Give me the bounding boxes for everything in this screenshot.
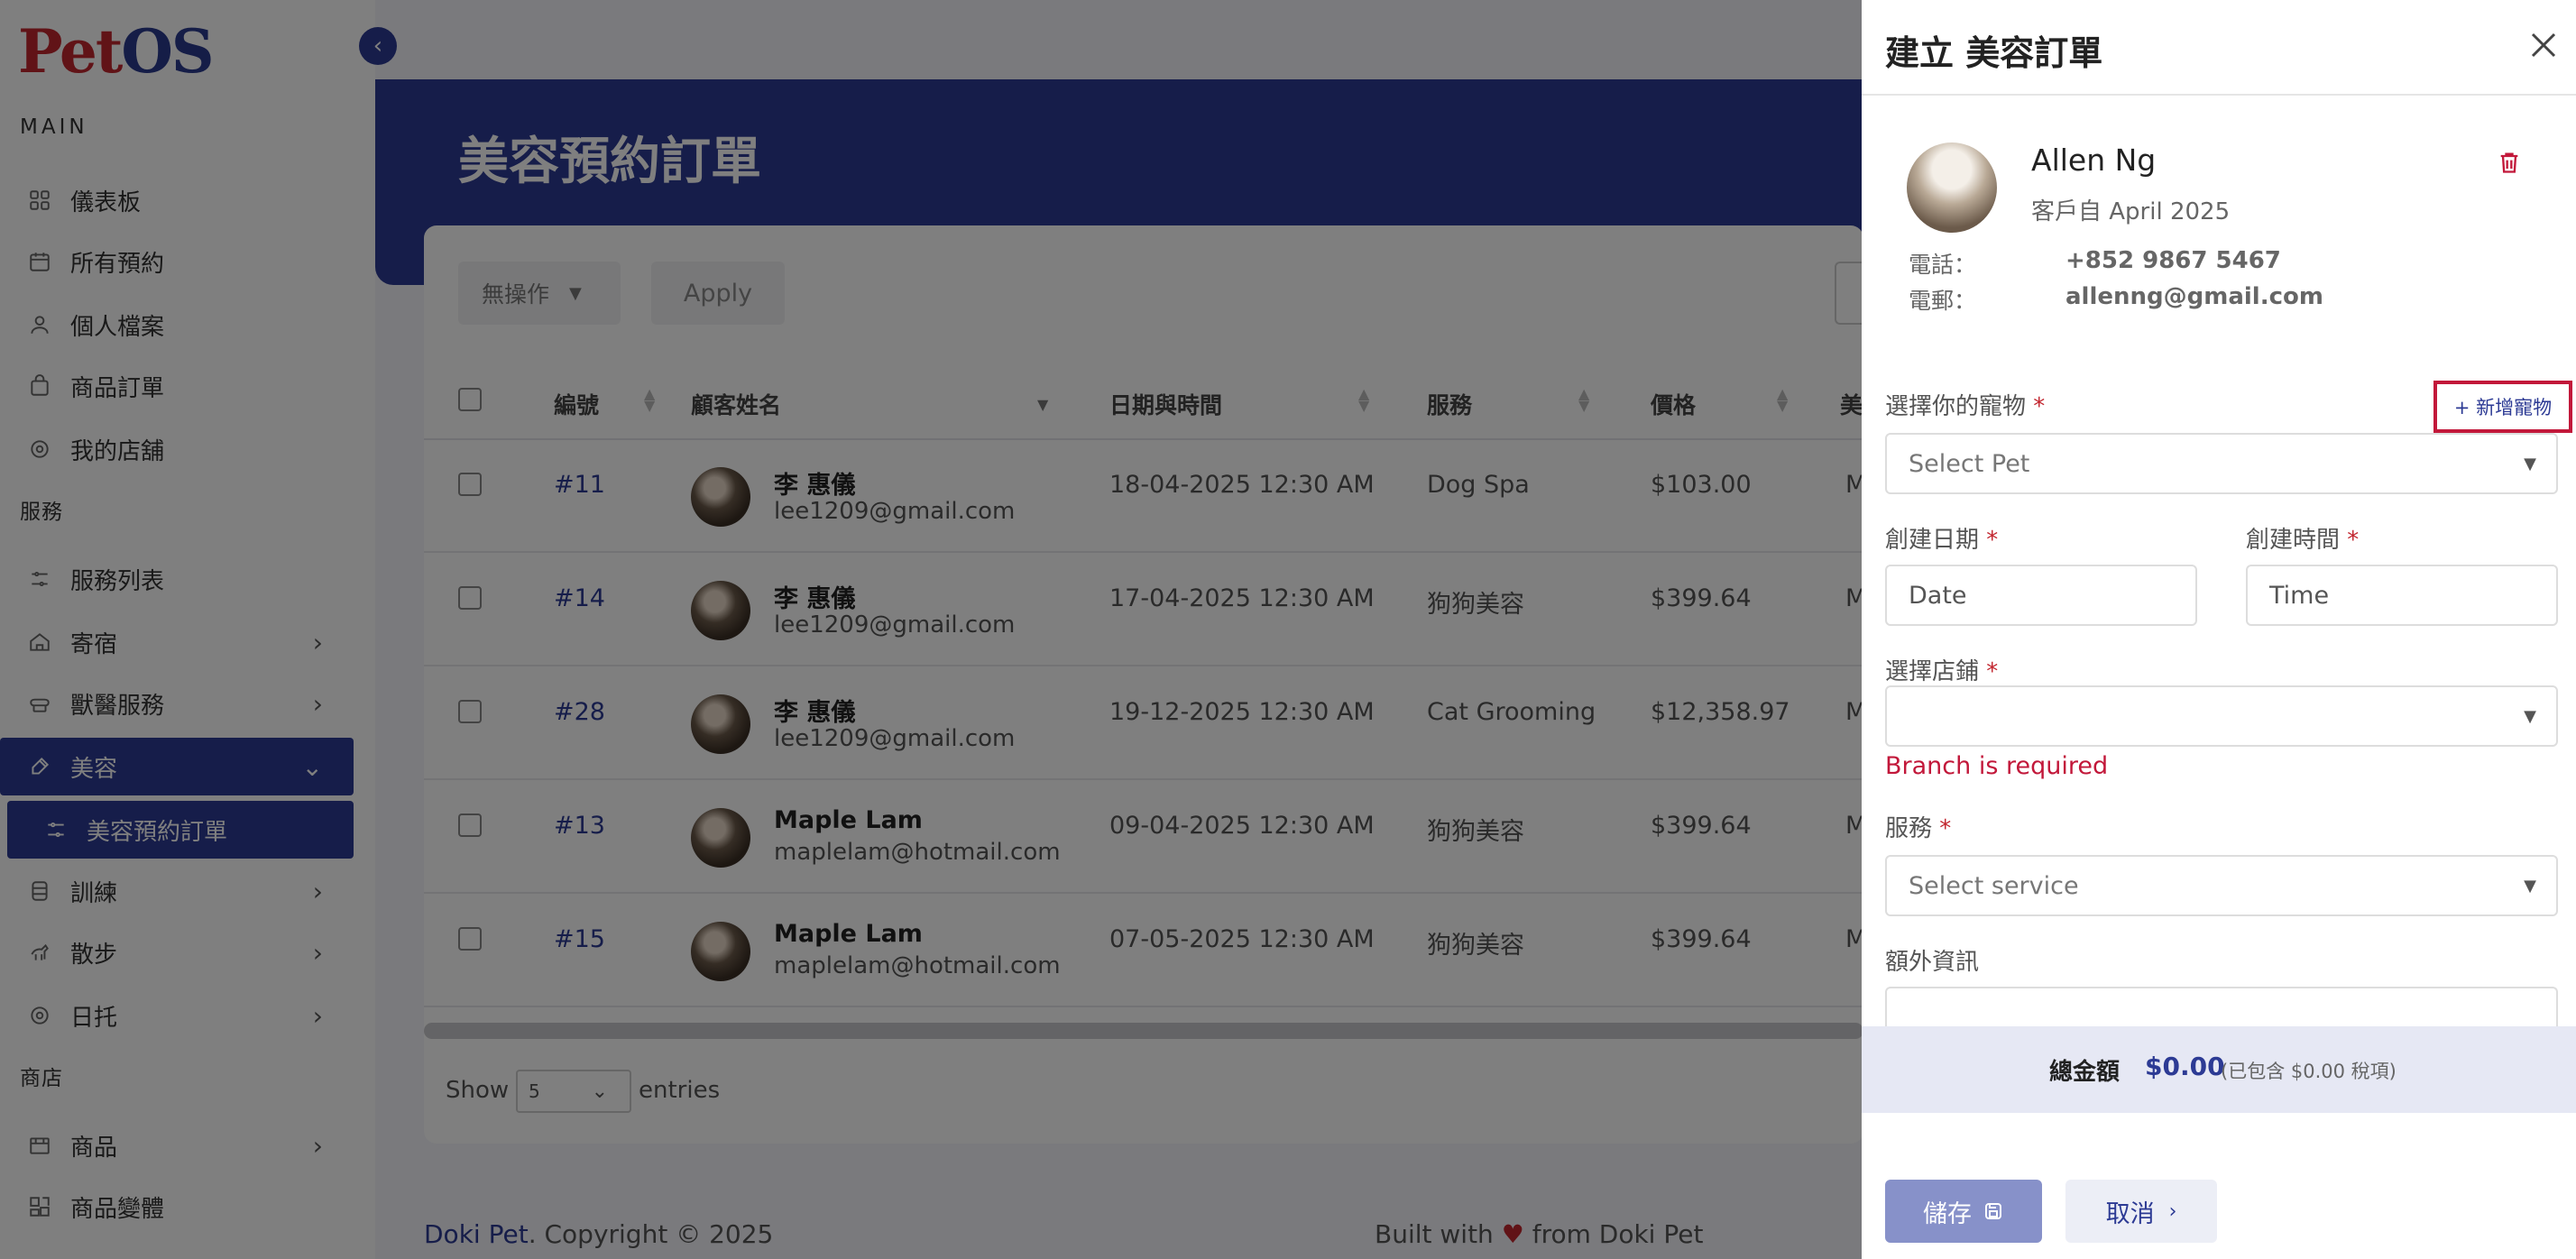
save-button[interactable]: 儲存: [1885, 1180, 2042, 1243]
cancel-button[interactable]: 取消 ›: [2065, 1180, 2217, 1243]
time-label: 創建時間 *: [2246, 527, 2360, 554]
phone-label: 電話：: [1909, 252, 1977, 278]
caret-down-icon: ▼: [2524, 876, 2536, 896]
email-value: allenng@gmail.com: [2065, 283, 2323, 310]
close-icon[interactable]: [2527, 29, 2560, 61]
branch-select[interactable]: ▼: [1885, 685, 2558, 747]
chevron-right-icon: ›: [2168, 1199, 2177, 1223]
service-select[interactable]: Select service ▼: [1885, 855, 2558, 916]
branch-label: 選擇店鋪 *: [1885, 658, 1999, 685]
create-grooming-order-drawer: 建立 美容訂單 Allen Ng 客戶自 April 2025 電話： +852…: [1862, 0, 2576, 1259]
save-icon: [1985, 1203, 2001, 1219]
total-bar: 總金額 $0.00 (已包含 $0.00 稅項): [1862, 1026, 2576, 1113]
email-label: 電郵：: [1909, 288, 1977, 314]
customer-name: Allen Ng: [2031, 142, 2157, 178]
add-pet-button[interactable]: + 新增寵物: [2433, 381, 2572, 433]
date-label: 創建日期 *: [1885, 527, 1999, 554]
pet-label: 選擇你的寵物 *: [1885, 393, 2046, 420]
service-label: 服務 *: [1885, 815, 1952, 842]
customer-avatar: [1907, 142, 1997, 233]
drawer-header: 建立 美容訂單: [1862, 0, 2576, 96]
extra-info-label: 額外資訊: [1885, 949, 1980, 976]
customer-since: 客戶自 April 2025: [2031, 198, 2231, 225]
caret-down-icon: ▼: [2524, 454, 2536, 473]
time-input[interactable]: Time: [2246, 565, 2558, 626]
trash-icon[interactable]: [2497, 150, 2522, 175]
total-label: 總金額: [2049, 1059, 2121, 1086]
drawer-title: 建立 美容訂單: [1885, 33, 2103, 73]
caret-down-icon: ▼: [2524, 706, 2536, 726]
date-input[interactable]: Date: [1885, 565, 2197, 626]
total-tax-note: (已包含 $0.00 稅項): [2221, 1061, 2397, 1082]
modal-backdrop[interactable]: [0, 0, 1862, 1259]
branch-error: Branch is required: [1885, 752, 2109, 780]
phone-value: +852 9867 5467: [2065, 247, 2281, 274]
total-amount: $0.00: [2145, 1052, 2225, 1081]
pet-select[interactable]: Select Pet ▼: [1885, 433, 2558, 494]
